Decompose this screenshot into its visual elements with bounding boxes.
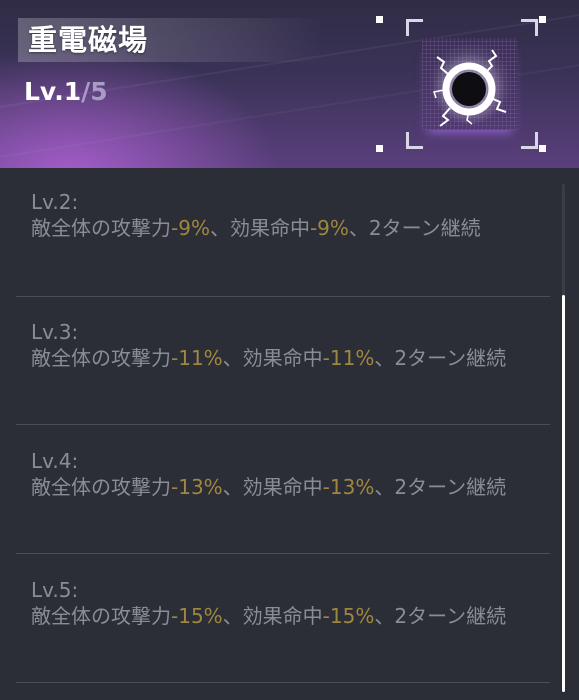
level-text: 、効果命中: [222, 604, 323, 628]
divider: [16, 296, 550, 297]
level-value: -11%: [171, 346, 223, 370]
level-value: -13%: [322, 475, 375, 499]
level-max: 5: [90, 77, 108, 106]
frame-corner: [406, 132, 423, 149]
level-label: Lv.2:: [31, 190, 79, 214]
level-text: 、2ターン継続: [374, 346, 507, 370]
level-entry: Lv.5: 敵全体の攻撃力-15%、効果命中-15%、2ターン継続: [31, 577, 549, 629]
level-text: 敵全体の攻撃力: [31, 346, 171, 370]
level-prefix: Lv.: [24, 77, 64, 106]
level-value: -9%: [171, 216, 210, 240]
divider: [16, 424, 550, 425]
frame-corner: [521, 132, 538, 149]
divider: [16, 553, 550, 554]
skill-header: 重電磁場 Lv.1/5: [0, 0, 579, 168]
level-label: Lv.5:: [31, 578, 79, 602]
skill-level: Lv.1/5: [24, 74, 108, 110]
level-label: Lv.3:: [31, 320, 79, 344]
frame-corner: [406, 19, 423, 36]
frame-corner: [521, 19, 538, 36]
level-entry: Lv.4: 敵全体の攻撃力-13%、効果命中-13%、2ターン継続: [31, 448, 549, 500]
skill-name: 重電磁場: [28, 23, 149, 57]
level-description-panel[interactable]: Lv.2: 敵全体の攻撃力-9%、効果命中-9%、2ターン継続 Lv.3: 敵全…: [0, 168, 579, 700]
level-value: -15%: [171, 604, 223, 628]
level-entry: Lv.2: 敵全体の攻撃力-9%、効果命中-9%、2ターン継続: [31, 189, 549, 241]
skill-detail-card: 重電磁場 Lv.1/5 Lv.2: 敵全体の攻撃力-9%、効果命中-9%、2ター…: [0, 0, 579, 700]
divider: [16, 682, 550, 683]
level-text: 敵全体の攻撃力: [31, 604, 171, 628]
level-value: -15%: [322, 604, 375, 628]
level-text: 、効果命中: [222, 475, 323, 499]
level-text: 敵全体の攻撃力: [31, 216, 171, 240]
level-text: 、2ターン継続: [374, 475, 507, 499]
frame-dot: [539, 145, 546, 152]
level-value: -9%: [309, 216, 349, 240]
frame-dot: [376, 16, 383, 23]
scrollbar-thumb[interactable]: [562, 295, 565, 692]
level-value: -13%: [171, 475, 223, 499]
level-text: 、効果命中: [222, 346, 323, 370]
level-entry: Lv.3: 敵全体の攻撃力-11%、効果命中-11%、2ターン継続: [31, 319, 549, 371]
level-current: 1: [63, 77, 82, 106]
electromagnetic-orb-icon: [433, 49, 507, 127]
level-separator: /: [81, 77, 91, 106]
level-text: 敵全体の攻撃力: [31, 475, 171, 499]
level-list: Lv.2: 敵全体の攻撃力-9%、効果命中-9%、2ターン継続 Lv.3: 敵全…: [0, 168, 550, 700]
skill-icon-frame: [376, 16, 546, 152]
level-label: Lv.4:: [31, 449, 79, 473]
level-text: 、効果命中: [209, 216, 310, 240]
level-text: 、2ターン継続: [374, 604, 507, 628]
frame-dot: [376, 145, 383, 152]
level-value: -11%: [322, 346, 375, 370]
level-text: 、2ターン継続: [348, 216, 481, 240]
frame-dot: [539, 16, 546, 23]
